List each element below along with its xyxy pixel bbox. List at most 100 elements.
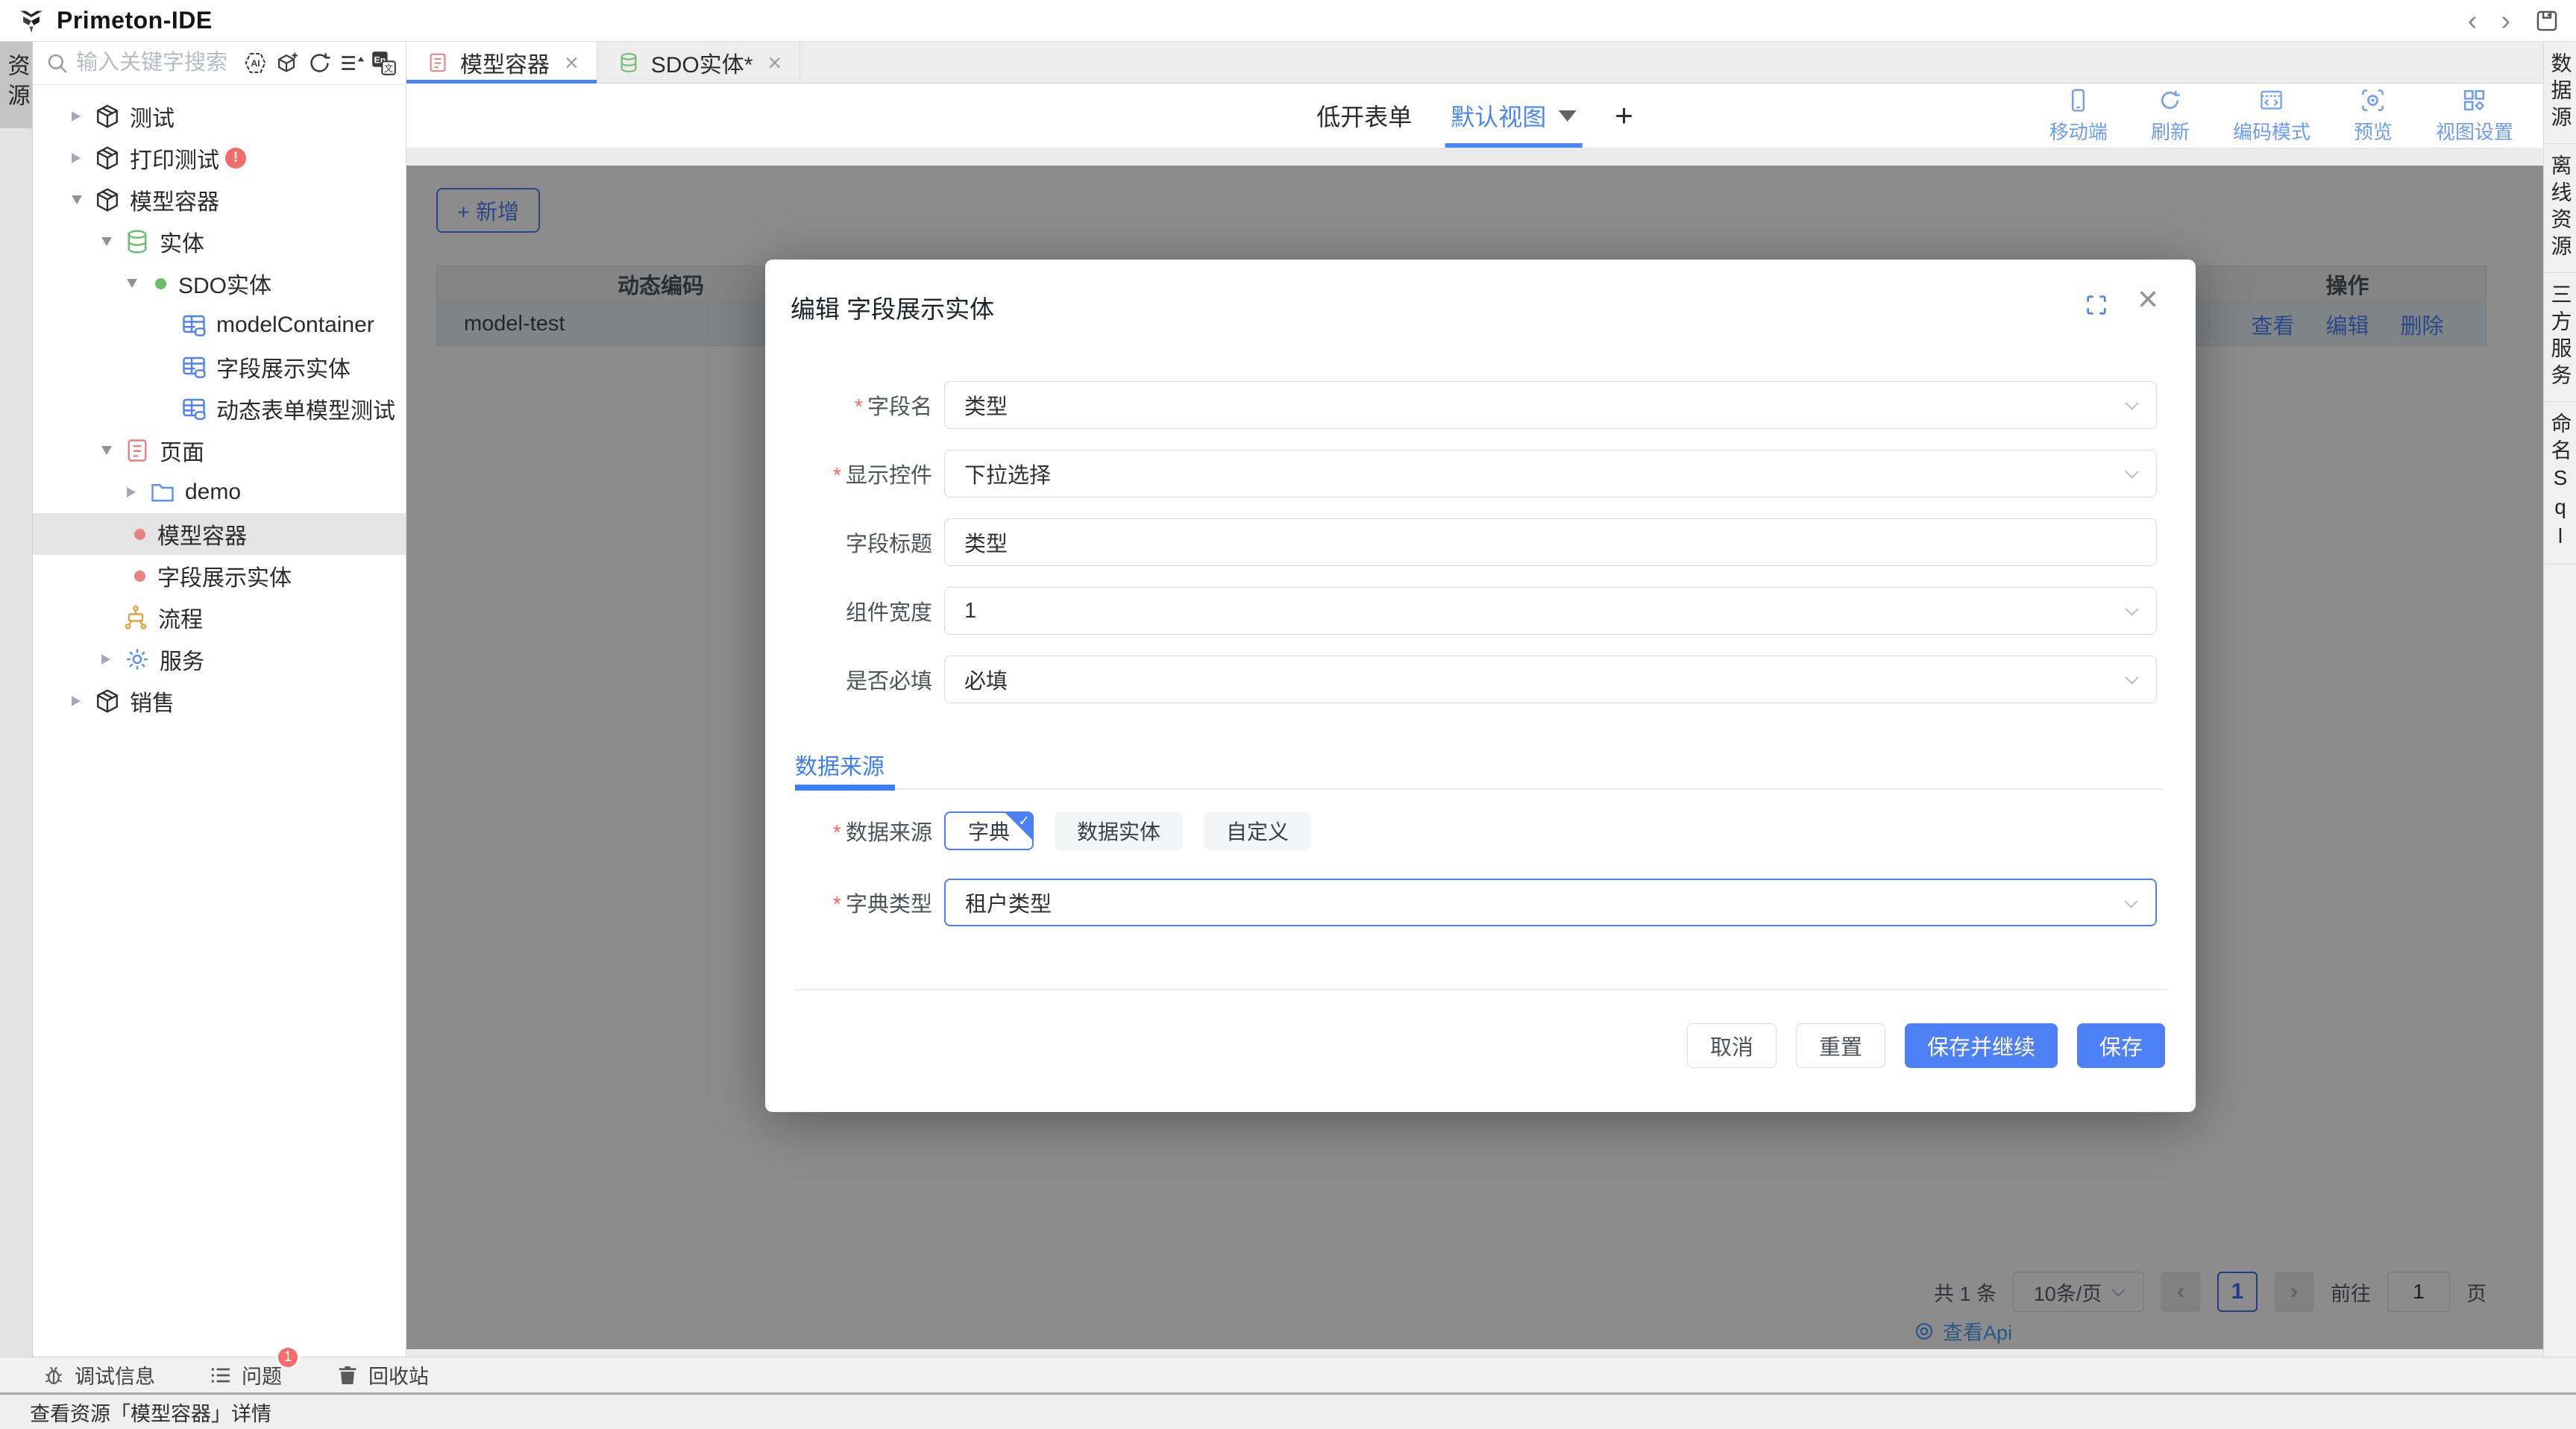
right-rail: 数据源 离线资源 三方服务 命名Sql [2543,42,2576,1357]
tree-item-label: 字段展示实体 [157,559,292,592]
chevron-down-icon [2125,602,2138,615]
tree-item-model-container-entity[interactable]: modelContainer [33,304,406,346]
source-option-data-entity[interactable]: 数据实体 [1055,811,1183,850]
chevron-down-icon[interactable] [127,279,148,288]
mobile-button[interactable]: 移动端 [2049,87,2108,145]
doc-tab-model-container[interactable]: 模型容器 × [406,42,597,83]
field-name-select[interactable]: 类型 [944,381,2157,429]
recycle-bin-button[interactable]: 回收站 [336,1360,429,1389]
save-button[interactable]: 保存 [2077,1023,2165,1068]
source-option-dictionary[interactable]: 字典 ✓ [944,811,1034,850]
view-settings-button[interactable]: 视图设置 [2436,87,2513,145]
search-input[interactable] [76,51,236,75]
tree-item-label: 测试 [130,100,175,133]
chevron-right-icon[interactable] [72,111,92,122]
tree-item-model-container-page[interactable]: 模型容器 [33,513,406,555]
debug-info-button[interactable]: 调试信息 [42,1360,155,1389]
doc-tab-sdo-entity[interactable]: SDO实体* × [597,42,800,83]
chevron-right-icon[interactable] [101,654,122,665]
field-title-input[interactable]: 类型 [944,518,2157,566]
refresh-button[interactable]: 刷新 [2151,87,2190,145]
preview-icon [2360,87,2386,113]
cancel-button[interactable]: 取消 [1687,1023,1777,1068]
new-package-icon[interactable] [274,50,301,76]
fullscreen-icon[interactable] [2084,292,2109,318]
tab-lowcode-form[interactable]: 低开表单 [1316,84,1412,148]
field-label: 字典类型 [846,893,932,917]
database-icon [615,49,642,76]
code-mode-button[interactable]: 编码模式 [2233,87,2310,145]
collapse-all-icon[interactable] [339,50,365,76]
field-label: 显示控件 [846,464,932,488]
preview-button[interactable]: 预览 [2354,87,2393,145]
problems-button[interactable]: 问题 1 [209,1360,282,1389]
refresh-tree-icon[interactable] [307,50,333,76]
display-control-select[interactable]: 下拉选择 [944,450,2157,497]
tree-item-sales[interactable]: 销售 [33,680,406,722]
gear-icon [124,646,151,673]
doc-tab-label: SDO实体* [651,46,753,79]
chevron-down-icon[interactable] [101,237,122,246]
package-icon [94,145,121,172]
doc-tab-label: 模型容器 [460,46,550,79]
component-width-select[interactable]: 1 [944,587,2157,635]
rail-tab-offline-resources[interactable]: 离线资源 [2544,144,2576,273]
tree-item-entities[interactable]: 实体 [33,221,406,263]
tree-item-dynamic-form-model-test[interactable]: 动态表单模型测试 [33,388,406,430]
tree-item-print-test[interactable]: 打印测试 ! [33,137,406,179]
tab-default-view[interactable]: 默认视图 [1451,84,1576,148]
save-and-continue-button[interactable]: 保存并继续 [1905,1023,2058,1068]
tree-item-test[interactable]: 测试 [33,95,406,137]
chevron-down-icon[interactable] [72,195,92,204]
tree-item-field-display-page[interactable]: 字段展示实体 [33,555,406,597]
tree-item-demo-folder[interactable]: demo [33,471,406,513]
folder-icon [149,479,176,506]
bottom-toolbar: 调试信息 问题 1 回收站 [0,1357,2576,1392]
save-icon[interactable] [2534,8,2560,34]
tree-item-label: 页面 [160,434,204,467]
tree-item-field-display-entity[interactable]: 字段展示实体 [33,346,406,388]
add-view-button[interactable]: + [1615,84,1633,148]
form-row-component-width: 组件宽度 1 [765,587,2196,635]
code-icon [2258,87,2284,113]
section-active-underline [795,785,895,791]
tree-item-pages[interactable]: 页面 [33,430,406,471]
tab-close-icon[interactable]: × [565,51,579,75]
app-logo-icon [16,6,46,36]
required-select[interactable]: 必填 [944,656,2157,703]
tree-item-label: modelContainer [216,313,374,338]
table-icon [180,395,207,422]
bug-icon [42,1363,66,1387]
ai-icon[interactable]: AI [242,50,268,76]
rail-tab-third-party-services[interactable]: 三方服务 [2544,273,2576,402]
app-window: Primeton-IDE ‹ › 资源 AI [0,0,2576,1429]
rail-tab-data-source[interactable]: 数据源 [2544,42,2576,144]
chevron-right-icon[interactable] [127,487,148,497]
tree-item-label: 实体 [160,225,204,258]
chevron-right-icon[interactable] [72,153,92,163]
tree-item-services[interactable]: 服务 [33,638,406,680]
reset-button[interactable]: 重置 [1796,1023,1885,1068]
field-label: 数据来源 [846,821,932,845]
close-icon[interactable]: × [2137,282,2158,318]
package-icon [94,186,121,213]
nav-back-icon[interactable]: ‹ [2468,7,2478,35]
red-dot-icon [134,529,145,540]
tab-close-icon[interactable]: × [767,51,782,75]
form-row-field-title: 字段标题 类型 [765,518,2196,566]
rail-tab-named-sql[interactable]: 命名Sql [2544,402,2576,565]
caret-down-icon[interactable] [1558,110,1576,122]
translate-icon[interactable]: En文 [371,50,397,76]
chevron-down-icon[interactable] [101,446,122,455]
tree-item-label: 服务 [160,643,204,676]
tree-item-model-container-pkg[interactable]: 模型容器 [33,179,406,221]
nav-forward-icon[interactable]: › [2501,7,2510,35]
chevron-right-icon[interactable] [72,696,92,706]
tree-item-flows[interactable]: 流程 [33,597,406,638]
dict-type-select[interactable]: 租户类型 [944,879,2157,926]
tree-item-sdo-entity[interactable]: SDO实体 [33,263,406,304]
form-row-data-source: *数据来源 字典 ✓ 数据实体 自定义 [765,811,2196,850]
rail-tab-resources[interactable]: 资源 [0,42,32,128]
view-actions: 移动端 刷新 编码模式 预览 [2049,84,2513,148]
source-option-custom[interactable]: 自定义 [1204,811,1311,850]
